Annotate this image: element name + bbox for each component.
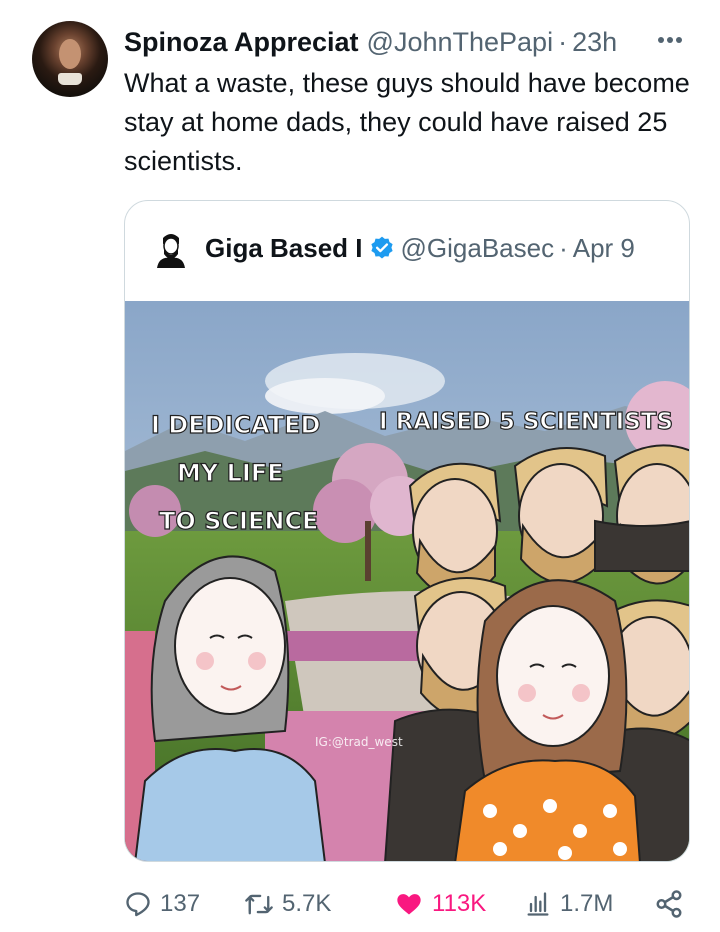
left-caption-line-3: TO SCIENCE: [159, 507, 318, 535]
quoted-author-name[interactable]: Giga Based I: [205, 233, 363, 264]
tweet-text: What a waste, these guys should have bec…: [124, 68, 690, 176]
views-icon: [527, 892, 549, 916]
heart-icon: [397, 894, 421, 915]
tweet-actions-bar: 137 5.7K 113K 1.7M: [124, 880, 696, 930]
verified-badge-icon: [370, 236, 393, 259]
share-icon: [656, 890, 682, 918]
like-count: 113K: [432, 890, 487, 917]
right-caption: I RAISED 5 SCIENTISTS: [379, 409, 673, 435]
quoted-tweet-header: Giga Based I @GigaBasec · Apr 9: [151, 223, 671, 273]
separator-dot: ·: [558, 26, 568, 57]
author-avatar[interactable]: [32, 21, 108, 97]
retweet-button[interactable]: 5.7K: [244, 886, 331, 922]
tweet-header: Spinoza Appreciat @JohnThePapi · 23h: [124, 24, 696, 60]
meme-image[interactable]: I DEDICATED MY LIFE TO SCIENCE I RAISED …: [125, 301, 689, 861]
quoted-author-avatar[interactable]: [151, 228, 191, 268]
retweet-count: 5.7K: [282, 890, 332, 917]
quoted-author-handle[interactable]: @GigaBasec: [401, 233, 555, 264]
quoted-separator-dot: ·: [559, 232, 568, 263]
left-caption-line-1: I DEDICATED: [151, 411, 320, 439]
author-name[interactable]: Spinoza Appreciat: [124, 27, 359, 58]
more-options-icon[interactable]: [650, 22, 690, 58]
meme-watermark: IG:@trad_west: [315, 735, 403, 749]
like-button[interactable]: 113K: [394, 886, 486, 922]
author-handle[interactable]: @JohnThePapi: [367, 27, 554, 58]
reply-count: 137: [160, 890, 201, 917]
retweet-icon: [245, 894, 273, 915]
quoted-tweet-card[interactable]: Giga Based I @GigaBasec · Apr 9 I DEDICA…: [124, 200, 690, 862]
views-button[interactable]: 1.7M: [524, 886, 613, 922]
views-count: 1.7M: [560, 890, 614, 917]
left-caption-line-2: MY LIFE: [177, 459, 284, 487]
quoted-tweet-date[interactable]: Apr 9: [573, 233, 635, 264]
tweet-timestamp[interactable]: 23h: [572, 27, 617, 58]
reply-button[interactable]: 137: [124, 886, 200, 922]
reply-icon: [126, 892, 150, 917]
share-button[interactable]: [654, 886, 692, 922]
